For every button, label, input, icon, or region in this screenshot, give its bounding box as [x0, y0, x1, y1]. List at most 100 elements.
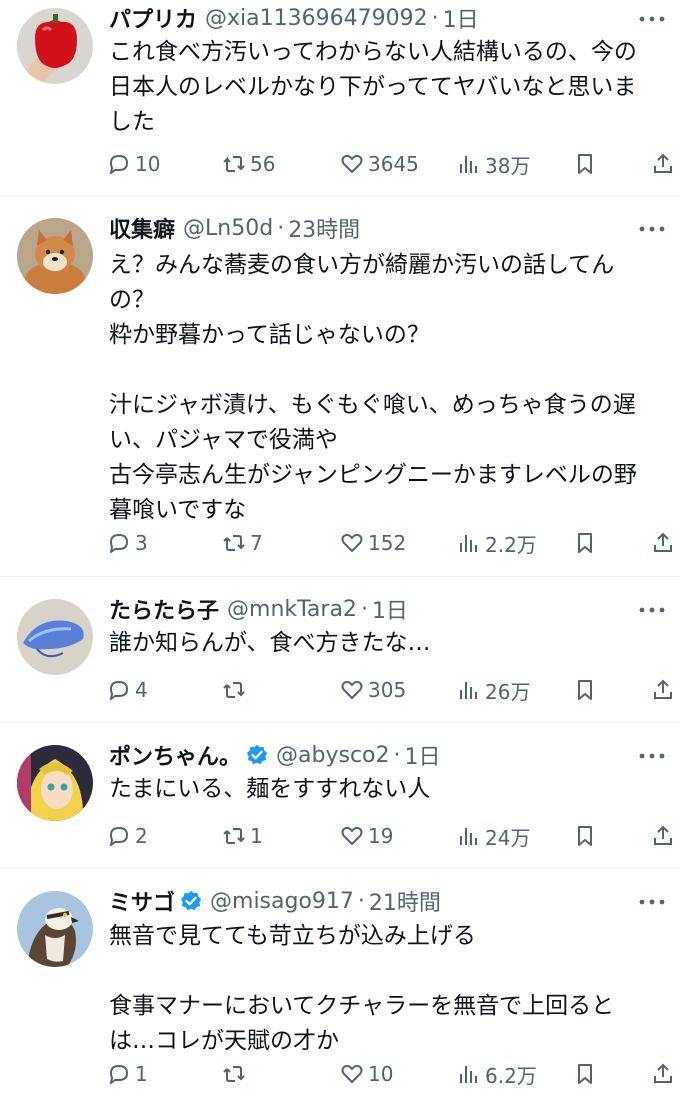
avatar[interactable] — [17, 745, 93, 821]
retweet-icon — [223, 828, 245, 844]
action-bar: 3 7 152 2.2万 — [107, 525, 677, 561]
views-button[interactable]: 6.2万 — [457, 1056, 537, 1092]
like-button[interactable]: 19 — [340, 818, 393, 854]
retweet-button[interactable]: 7 — [222, 525, 263, 561]
post-text: これ食べ方汚いってわからない人結構いるの、今の 日本人のレベルかなり下がっててヤ… — [109, 35, 669, 140]
share-button[interactable] — [651, 1056, 675, 1092]
post-text-line — [109, 353, 669, 388]
bookmark-button[interactable] — [573, 146, 597, 182]
share-button[interactable] — [651, 525, 675, 561]
like-button[interactable]: 3645 — [340, 146, 419, 182]
retweet-count: 1 — [250, 824, 263, 848]
like-button[interactable]: 10 — [340, 1056, 393, 1092]
user-handle[interactable]: @abysco2 — [276, 743, 389, 768]
reply-button[interactable]: 1 — [107, 1056, 148, 1092]
views-button[interactable]: 26万 — [457, 672, 530, 708]
post-header: ポンちゃん。 @abysco2 · 1日 — [109, 738, 620, 772]
bookmark-button[interactable] — [573, 1056, 597, 1092]
post-text: え？みんな蕎麦の食い方が綺麗か汚いの話してん の？ 粋か野暮かって話じゃないの？… — [109, 248, 669, 528]
share-button[interactable] — [651, 672, 675, 708]
post-header: 収集癖 @Ln50d · 23時間 — [109, 211, 620, 245]
avatar[interactable] — [17, 599, 93, 675]
retweet-icon — [223, 535, 245, 551]
retweet-icon — [223, 1066, 245, 1082]
reply-button[interactable]: 10 — [107, 146, 160, 182]
post-time[interactable]: 1日 — [372, 593, 408, 625]
bookmark-button[interactable] — [573, 672, 597, 708]
post[interactable]: たらたら子 @mnkTara2 · 1日 誰か知らんが、食べ方きたな… 4 30… — [0, 577, 680, 723]
reply-count: 2 — [135, 824, 148, 848]
like-button[interactable]: 305 — [340, 672, 406, 708]
bookmark-button[interactable] — [573, 818, 597, 854]
share-button[interactable] — [651, 818, 675, 854]
post-text-line: え？みんな蕎麦の食い方が綺麗か汚いの話してん — [109, 252, 615, 278]
views-button[interactable]: 2.2万 — [457, 525, 537, 561]
retweet-button[interactable]: 1 — [222, 818, 263, 854]
display-name[interactable]: ポンちゃん。 — [109, 739, 241, 771]
avatar[interactable] — [17, 8, 93, 84]
post[interactable]: パプリカ @xia113696479092 · 1日 これ食べ方汚いってわからな… — [0, 0, 680, 196]
like-icon — [341, 1064, 363, 1083]
post-time[interactable]: 23時間 — [288, 212, 360, 244]
post[interactable]: ポンちゃん。 @abysco2 · 1日 たまにいる、麺をすすれない人 2 1 — [0, 723, 680, 869]
post-time[interactable]: 1日 — [405, 739, 441, 771]
share-icon — [654, 679, 672, 699]
views-icon — [460, 1066, 477, 1083]
reply-button[interactable]: 4 — [107, 672, 148, 708]
action-bar: 1 10 6.2万 — [107, 1056, 677, 1092]
retweet-button[interactable] — [222, 1056, 250, 1092]
retweet-button[interactable]: 56 — [222, 146, 275, 182]
share-button[interactable] — [651, 146, 675, 182]
reply-icon — [110, 681, 128, 700]
like-button[interactable]: 152 — [340, 525, 406, 561]
more-icon[interactable] — [634, 889, 670, 915]
post[interactable]: ミサゴ @misago917 · 21時間 無音で見てても苛立ちが込み上げる 食… — [0, 869, 680, 1109]
action-bar: 4 305 26万 — [107, 672, 677, 708]
reply-button[interactable]: 3 — [107, 525, 148, 561]
post-time[interactable]: 21時間 — [369, 885, 441, 917]
post-text-line: 古今亭志ん生がジャンピングニーかますレベルの野 — [109, 462, 637, 488]
views-icon — [460, 535, 477, 552]
display-name[interactable]: 収集癖 — [109, 212, 175, 244]
like-icon — [341, 154, 363, 173]
reply-count: 4 — [135, 678, 148, 702]
retweet-count: 7 — [250, 531, 263, 555]
views-button[interactable]: 38万 — [457, 146, 530, 182]
post-text: たまにいる、麺をすすれない人 — [109, 772, 669, 807]
display-name[interactable]: パプリカ — [109, 2, 197, 34]
reply-icon — [110, 1065, 128, 1084]
post[interactable]: 収集癖 @Ln50d · 23時間 え？みんな蕎麦の食い方が綺麗か汚いの話してん… — [0, 196, 680, 577]
separator-dot: · — [277, 215, 285, 241]
more-icon[interactable] — [634, 743, 670, 769]
display-name[interactable]: たらたら子 — [109, 593, 219, 625]
post-text-line: 日本人のレベルかなり下がっててヤバいなと思いま — [109, 74, 637, 100]
user-handle[interactable]: @xia113696479092 — [205, 6, 428, 31]
reply-count: 1 — [135, 1062, 148, 1086]
post-text-line: 暮喰いですな — [109, 497, 247, 523]
share-icon — [654, 532, 672, 552]
more-icon[interactable] — [634, 6, 670, 32]
views-button[interactable]: 24万 — [457, 818, 530, 854]
user-handle[interactable]: @misago917 — [210, 889, 354, 914]
osprey-bird-avatar — [17, 891, 93, 967]
user-handle[interactable]: @mnkTara2 — [227, 597, 357, 622]
avatar[interactable] — [17, 218, 93, 294]
like-count: 3645 — [368, 152, 419, 176]
user-handle[interactable]: @Ln50d — [183, 216, 273, 241]
more-icon[interactable] — [634, 597, 670, 623]
like-count: 19 — [368, 824, 394, 848]
display-name[interactable]: ミサゴ — [109, 885, 175, 917]
post-header: パプリカ @xia113696479092 · 1日 — [109, 1, 620, 35]
post-text-line: の？ — [109, 287, 155, 313]
view-count: 2.2万 — [485, 532, 537, 557]
views-icon — [460, 682, 477, 699]
retweet-button[interactable] — [222, 672, 250, 708]
more-icon[interactable] — [634, 216, 670, 242]
bookmark-button[interactable] — [573, 525, 597, 561]
post-text-line: たまにいる、麺をすすれない人 — [109, 776, 431, 802]
reply-count: 3 — [135, 531, 148, 555]
reply-button[interactable]: 2 — [107, 818, 148, 854]
post-text-line: 誰か知らんが、食べ方きたな… — [109, 630, 431, 656]
avatar[interactable] — [17, 891, 93, 967]
post-time[interactable]: 1日 — [443, 2, 479, 34]
